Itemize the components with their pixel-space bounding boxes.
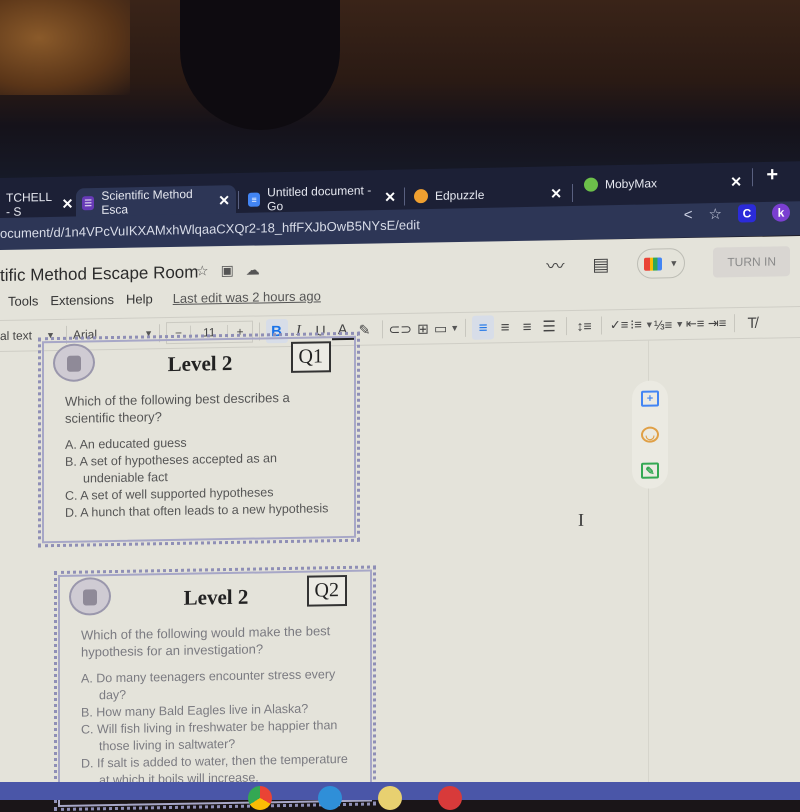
decrease-indent-icon[interactable]: ⇤≡ [684, 312, 706, 336]
close-tab-icon[interactable]: ✕ [52, 195, 74, 212]
justify-button[interactable]: ☰ [538, 314, 560, 338]
clear-formatting-icon[interactable]: T̸ [741, 311, 763, 335]
share-icon[interactable]: < [684, 206, 693, 223]
add-comment-icon[interactable]: ⊞ [412, 316, 434, 340]
answer-option: C. Will fish living in freshwater be hap… [81, 718, 338, 754]
menu-extensions[interactable]: Extensions [50, 292, 114, 308]
star-icon[interactable]: ☆ [196, 262, 209, 279]
meet-button[interactable]: ▼ [637, 248, 686, 279]
align-left-button[interactable]: ≡ [472, 315, 495, 340]
emoji-reaction-icon[interactable]: ◡ [641, 426, 659, 443]
app-icon[interactable] [378, 786, 402, 810]
tab-separator [404, 187, 405, 206]
chrome-icon[interactable] [248, 786, 272, 810]
edpuzzle-icon [414, 189, 428, 204]
close-tab-icon[interactable]: ✕ [208, 192, 230, 209]
tab-label: MobyMax [605, 176, 658, 192]
insert-link-icon[interactable]: ⊂⊃ [389, 317, 412, 341]
paragraph-style-value: al text [0, 328, 33, 343]
forms-icon: ☰ [82, 196, 95, 211]
comments-icon[interactable]: ▤ [592, 254, 609, 275]
question-card-q2: Level 2 Q2 Which of the following would … [54, 565, 376, 812]
extension-c-icon[interactable]: C [738, 204, 756, 223]
document-title[interactable]: tific Method Escape Room [0, 263, 198, 286]
answer-option: A. Do many teenagers encounter stress ev… [81, 667, 336, 703]
activity-trend-icon[interactable]: 〰 [546, 252, 564, 278]
bookmark-star-icon[interactable]: ☆ [709, 205, 722, 223]
insert-image-icon[interactable]: ▭ ▼ [434, 316, 459, 340]
app-icon[interactable] [438, 786, 462, 810]
margin-actions: + ◡ ✎ [632, 380, 668, 489]
toolbar-divider [381, 320, 383, 339]
menu-bar: Tools Extensions Help Last edit was 2 ho… [8, 288, 321, 308]
close-tab-icon[interactable]: ✕ [540, 185, 562, 202]
toolbar-divider [465, 318, 467, 337]
increase-indent-icon[interactable]: ⇥≡ [706, 311, 728, 335]
chevron-down-icon: ▼ [669, 258, 679, 269]
tab-label: Untitled document - Go [267, 183, 372, 214]
background-object [0, 0, 130, 95]
text-cursor-icon: I [578, 509, 584, 530]
close-tab-icon[interactable]: ✕ [374, 188, 396, 205]
turn-in-button[interactable]: TURN IN [713, 246, 790, 278]
new-tab-button[interactable]: + [766, 164, 778, 187]
checklist-icon[interactable]: ✓≡ [608, 313, 630, 337]
mobymax-icon [584, 177, 598, 192]
toolbar-divider [734, 314, 736, 333]
align-center-button[interactable]: ≡ [494, 315, 516, 339]
docs-app: tific Method Escape Room ☆ ▣ ☁ Tools Ext… [0, 236, 800, 812]
question-number: Q2 [306, 574, 347, 607]
tab-separator [752, 168, 753, 187]
toolbar-divider [566, 317, 568, 336]
suggest-edits-icon[interactable]: ✎ [641, 462, 659, 479]
meet-camera-icon [644, 256, 663, 271]
align-right-button[interactable]: ≡ [516, 315, 538, 339]
url-field[interactable]: ocument/d/1n4VPcVuIKXAMxhWlqaaCXQr2-18_h… [0, 217, 420, 241]
tab-label: TCHELL - S [6, 189, 52, 219]
answer-option: D. A hunch that often leads to a new hyp… [65, 501, 329, 520]
background-shadow [180, 0, 340, 130]
question-text: Which of the following would make the be… [81, 623, 331, 660]
last-edit-link[interactable]: Last edit was 2 hours ago [173, 288, 321, 306]
question-number: Q1 [290, 341, 331, 373]
tab-tchell[interactable]: TCHELL - S ✕ [0, 189, 73, 220]
answer-option: B. A set of hypotheses accepted as an un… [65, 451, 277, 486]
tab-separator [572, 183, 573, 203]
close-tab-icon[interactable]: ✕ [720, 173, 742, 190]
background-photo [0, 0, 800, 180]
question-card-q1: Level 2 Q1 Which of the following best d… [38, 331, 360, 548]
move-folder-icon[interactable]: ▣ [221, 262, 234, 279]
cloud-saved-icon: ☁ [245, 261, 260, 278]
numbered-list-icon[interactable]: ⅓≡ ▼ [654, 312, 684, 337]
question-text: Which of the following best describes a … [65, 389, 290, 426]
tab-label: Edpuzzle [435, 187, 485, 203]
tab-separator [238, 190, 239, 210]
files-icon[interactable] [318, 786, 342, 810]
toolbar-divider [601, 316, 603, 335]
docs-icon: ≡ [248, 192, 261, 207]
line-spacing-icon[interactable]: ↕≡ [573, 314, 595, 338]
tab-mobymax[interactable]: MobyMax ✕ [578, 166, 748, 200]
menu-help[interactable]: Help [126, 291, 153, 306]
bulleted-list-icon[interactable]: ⁝≡ ▼ [630, 313, 654, 337]
document-canvas[interactable]: Level 2 Q1 Which of the following best d… [0, 331, 800, 812]
tab-label: Scientific Method Esca [101, 186, 193, 217]
add-comment-icon[interactable]: + [641, 390, 659, 407]
menu-tools[interactable]: Tools [8, 293, 38, 309]
extension-k-icon[interactable]: k [772, 203, 790, 222]
